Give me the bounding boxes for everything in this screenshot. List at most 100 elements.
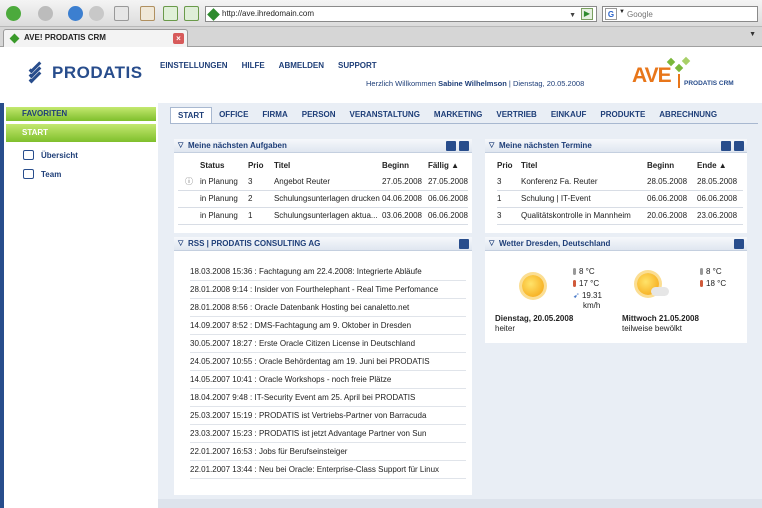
thermometer-icon	[573, 280, 576, 287]
stop-icon[interactable]	[89, 6, 104, 21]
list-item[interactable]: 18.03.2008 15:36 : Fachtagung am 22.4.20…	[190, 263, 466, 281]
day1-wind-unit: km/h	[583, 301, 601, 310]
tasks-table: Status Prio Titel Beginn Fällig ▲ ⓘ in P…	[178, 157, 468, 225]
table-row[interactable]: 3 Qualitätskontrolle in Mannheim 20.06.2…	[497, 207, 743, 225]
info-icon[interactable]: ⓘ	[178, 173, 200, 191]
day2-low: 8 °C	[700, 267, 722, 276]
tasks-panel: ▽ Meine nächsten Aufgaben Status Prio Ti…	[174, 139, 472, 233]
forward-icon[interactable]	[38, 6, 53, 21]
top-navigation: EINSTELLUNGEN HILFE ABMELDEN SUPPORT	[160, 61, 377, 70]
day1-date: Dienstag, 20.05.2008	[495, 314, 574, 323]
tab-favicon-icon	[9, 33, 20, 44]
sidebar-favoriten[interactable]: FAVORITEN	[6, 107, 156, 121]
ave-logo: AVE PRODATIS CRM	[628, 56, 748, 96]
list-item[interactable]: 22.01.2007 13:44 : Neu bei Oracle: Enter…	[190, 461, 466, 479]
prodatis-logo-icon	[24, 60, 46, 84]
collapse-icon[interactable]: ▽	[489, 237, 494, 251]
list-item[interactable]: 28.01.2008 8:56 : Oracle Datenbank Hosti…	[190, 299, 466, 317]
rss-title: RSS | PRODATIS CONSULTING AG	[188, 239, 321, 248]
list-item[interactable]: 24.05.2007 10:55 : Oracle Behördentag am…	[190, 353, 466, 371]
collapse-icon[interactable]: ▽	[178, 139, 183, 153]
nav-einstellungen[interactable]: EINSTELLUNGEN	[160, 61, 228, 70]
collapse-icon[interactable]: ▽	[178, 237, 183, 251]
weather-title: Wetter Dresden, Deutschland	[499, 239, 611, 248]
day1-low: 8 °C	[573, 267, 595, 276]
tab-person[interactable]: PERSON	[295, 107, 343, 123]
tab-abrechnung[interactable]: ABRECHNUNG	[652, 107, 724, 123]
refresh-icon[interactable]	[68, 6, 83, 21]
team-icon	[23, 169, 34, 179]
list-item[interactable]: 18.04.2007 9:48 : IT-Security Event am 2…	[190, 389, 466, 407]
appointments-title: Meine nächsten Termine	[499, 141, 592, 150]
nav-support[interactable]: SUPPORT	[338, 61, 377, 70]
bookmark-icon[interactable]	[163, 6, 178, 21]
list-item[interactable]: 14.09.2007 8:52 : DMS-Fachtagung am 9. O…	[190, 317, 466, 335]
list-item[interactable]: 23.03.2007 15:23 : PRODATIS ist jetzt Ad…	[190, 425, 466, 443]
url-text: http://ave.ihredomain.com	[222, 9, 315, 18]
tab-produkte[interactable]: PRODUKTE	[593, 107, 652, 123]
refresh-feed-icon[interactable]	[459, 239, 469, 249]
table-row[interactable]: 3 Konferenz Fa. Reuter 28.05.2008 28.05.…	[497, 173, 743, 191]
list-view-icon[interactable]	[721, 141, 731, 151]
sidebar: FAVORITEN START Übersicht Team	[0, 103, 158, 508]
tab-list-icon[interactable]: ▼	[749, 31, 756, 38]
tab-office[interactable]: OFFICE	[212, 107, 255, 123]
tab-vertrieb[interactable]: VERTRIEB	[489, 107, 543, 123]
table-row[interactable]: in Planung 2 Schulungsunterlagen drucken…	[178, 190, 468, 208]
url-dropdown-icon[interactable]: ▼	[569, 9, 576, 23]
home-icon[interactable]	[140, 6, 155, 21]
tab-firma[interactable]: FIRMA	[255, 107, 294, 123]
nav-hilfe[interactable]: HILFE	[242, 61, 265, 70]
welcome-message: Herzlich Willkommen Sabine Wilhelmson | …	[366, 79, 585, 88]
search-engine-dropdown-icon[interactable]: ▼	[619, 9, 625, 15]
back-icon[interactable]	[6, 6, 21, 21]
tab-marketing[interactable]: MARKETING	[427, 107, 489, 123]
list-item[interactable]: 25.03.2007 15:19 : PRODATIS ist Vertrieb…	[190, 407, 466, 425]
print-icon[interactable]	[114, 6, 129, 21]
day2-high: 18 °C	[700, 279, 726, 288]
table-header-row: Prio Titel Beginn Ende ▲	[497, 160, 727, 170]
thermometer-icon	[573, 268, 576, 275]
table-row[interactable]: in Planung 1 Schulungsunterlagen aktua..…	[178, 207, 468, 225]
appointments-table: Prio Titel Beginn Ende ▲ 3 Konferenz Fa.…	[497, 157, 743, 225]
search-box[interactable]: G ▼	[602, 6, 758, 22]
weather-panel-header: ▽ Wetter Dresden, Deutschland	[485, 237, 747, 251]
tab-veranstaltung[interactable]: VERANSTALTUNG	[343, 107, 427, 123]
day2-date: Mittwoch 21.05.2008	[622, 314, 699, 323]
list-item[interactable]: 22.01.2007 16:53 : Jobs für Berufseinste…	[190, 443, 466, 461]
sidebar-accent-strip	[0, 103, 4, 508]
appointments-panel: ▽ Meine nächsten Termine Prio Titel Begi…	[485, 139, 747, 233]
browser-toolbar: http://ave.ihredomain.com ▼ ▶ G ▼	[0, 0, 762, 27]
add-task-icon[interactable]	[459, 141, 469, 151]
table-row[interactable]: ⓘ in Planung 3 Angebot Reuter 27.05.2008…	[178, 173, 468, 191]
google-icon: G	[605, 8, 617, 20]
weather-panel: ▽ Wetter Dresden, Deutschland 8 °C 17 °C…	[485, 237, 747, 343]
tasks-panel-header: ▽ Meine nächsten Aufgaben	[174, 139, 472, 153]
wind-icon: ➹	[573, 291, 582, 300]
search-icon	[23, 150, 34, 160]
browser-tab[interactable]: AVE! PRODATIS CRM ×	[3, 29, 188, 47]
go-button[interactable]: ▶	[581, 8, 593, 20]
list-view-icon[interactable]	[446, 141, 456, 151]
collapse-icon[interactable]: ▽	[489, 139, 494, 153]
list-item[interactable]: 30.05.2007 18:27 : Erste Oracle Citizen …	[190, 335, 466, 353]
sidebar-start[interactable]: START	[6, 124, 156, 142]
tasks-title: Meine nächsten Aufgaben	[188, 141, 287, 150]
refresh-weather-icon[interactable]	[734, 239, 744, 249]
bottom-bar	[158, 499, 762, 508]
table-row[interactable]: 1 Schulung | IT-Event 06.06.2008 06.06.2…	[497, 190, 743, 208]
add-appointment-icon[interactable]	[734, 141, 744, 151]
list-item[interactable]: 14.05.2007 10:41 : Oracle Workshops - no…	[190, 371, 466, 389]
tab-title: AVE! PRODATIS CRM	[24, 33, 106, 42]
close-tab-icon[interactable]: ×	[173, 33, 184, 44]
search-input[interactable]	[627, 8, 755, 20]
day1-desc: heiter	[495, 324, 516, 333]
download-icon[interactable]	[184, 6, 199, 21]
app-header: PRODATIS EINSTELLUNGEN HILFE ABMELDEN SU…	[0, 47, 762, 103]
table-header-row: Status Prio Titel Beginn Fällig ▲	[199, 160, 459, 170]
nav-abmelden[interactable]: ABMELDEN	[279, 61, 324, 70]
list-item[interactable]: 28.01.2008 9:14 : Insider von Fourthelep…	[190, 281, 466, 299]
tab-start[interactable]: START	[170, 107, 213, 123]
tab-einkauf[interactable]: EINKAUF	[544, 107, 594, 123]
address-bar[interactable]: http://ave.ihredomain.com ▼ ▶	[205, 6, 597, 22]
